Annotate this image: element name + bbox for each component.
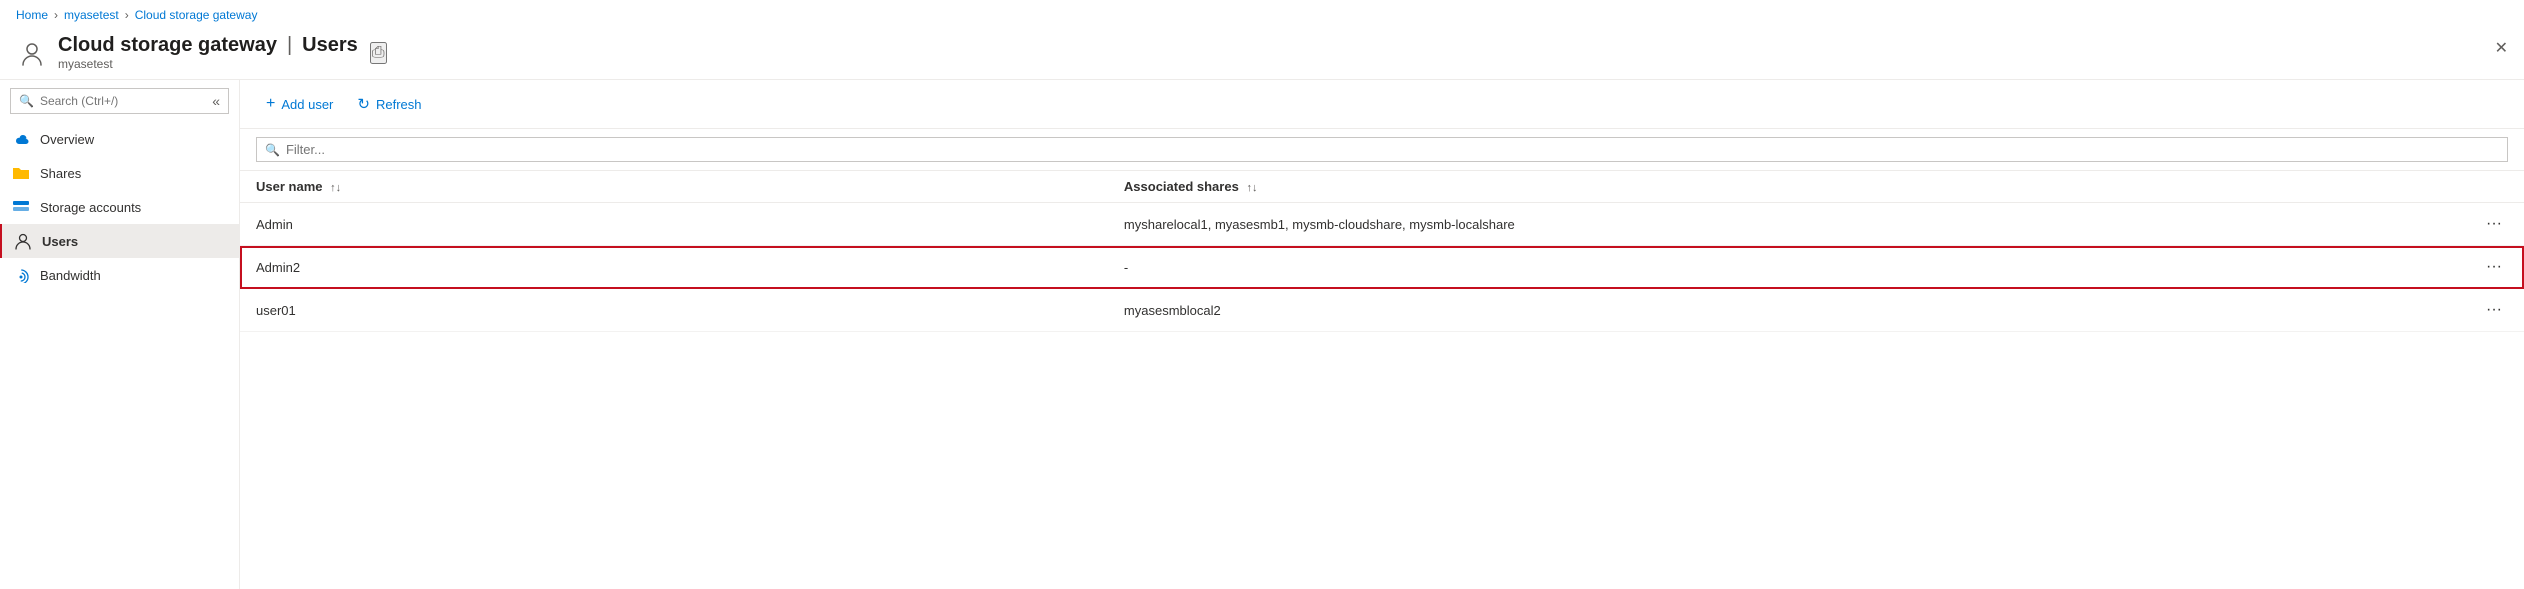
column-header-actions <box>2387 171 2524 203</box>
add-user-label: Add user <box>281 97 333 112</box>
users-table-container: User name ↑↓ Associated shares ↑↓ Adminm… <box>240 171 2524 589</box>
refresh-icon: ↻ <box>357 95 370 113</box>
sidebar-item-users-label: Users <box>42 234 78 249</box>
print-button[interactable]: ⎙ <box>370 42 387 64</box>
sidebar-item-storage-accounts[interactable]: Storage accounts <box>0 190 239 224</box>
cell-shares: myasesmblocal2 <box>1108 289 2387 332</box>
cell-actions: ··· <box>2387 246 2524 289</box>
bandwidth-icon <box>12 266 30 284</box>
page-header: Cloud storage gateway | Users myasetest … <box>0 30 2524 80</box>
sidebar-item-storage-label: Storage accounts <box>40 200 141 215</box>
cell-shares: mysharelocal1, myasesmb1, mysmb-cloudsha… <box>1108 203 2387 246</box>
content-area: + Add user ↻ Refresh 🔍 User name <box>240 80 2524 589</box>
sidebar-item-users[interactable]: Users <box>0 224 239 258</box>
cell-actions: ··· <box>2387 203 2524 246</box>
filter-input[interactable] <box>286 142 2499 157</box>
sidebar-item-overview[interactable]: Overview <box>0 122 239 156</box>
collapse-sidebar-button[interactable]: « <box>212 93 220 109</box>
search-box[interactable]: 🔍 « <box>10 88 229 114</box>
column-header-username[interactable]: User name ↑↓ <box>240 171 1108 203</box>
toolbar: + Add user ↻ Refresh <box>240 80 2524 129</box>
header-page: Users <box>302 34 358 57</box>
breadcrumb-resource[interactable]: myasetest <box>64 8 119 22</box>
more-actions-button[interactable]: ··· <box>2480 256 2508 278</box>
column-header-shares[interactable]: Associated shares ↑↓ <box>1108 171 2387 203</box>
user-icon <box>14 232 32 250</box>
header-subtitle: myasetest <box>58 57 358 71</box>
search-input[interactable] <box>40 94 206 108</box>
table-row[interactable]: Adminmysharelocal1, myasesmb1, mysmb-clo… <box>240 203 2524 246</box>
sidebar-item-overview-label: Overview <box>40 132 94 147</box>
table-header-row: User name ↑↓ Associated shares ↑↓ <box>240 171 2524 203</box>
shares-sort-icon: ↑↓ <box>1246 182 1257 194</box>
add-user-button[interactable]: + Add user <box>256 90 343 118</box>
filter-bar: 🔍 <box>240 129 2524 171</box>
cloud-icon <box>12 130 30 148</box>
storage-icon <box>12 198 30 216</box>
filter-icon: 🔍 <box>265 143 280 157</box>
refresh-button[interactable]: ↻ Refresh <box>347 90 431 118</box>
refresh-label: Refresh <box>376 97 422 112</box>
sidebar-item-bandwidth-label: Bandwidth <box>40 268 101 283</box>
breadcrumb-home[interactable]: Home <box>16 8 48 22</box>
folder-icon <box>12 164 30 182</box>
plus-icon: + <box>266 95 275 113</box>
users-table: User name ↑↓ Associated shares ↑↓ Adminm… <box>240 171 2524 332</box>
cell-actions: ··· <box>2387 289 2524 332</box>
close-button[interactable]: ✕ <box>2495 38 2508 58</box>
cell-username: Admin <box>240 203 1108 246</box>
more-actions-button[interactable]: ··· <box>2480 299 2508 321</box>
cell-shares: - <box>1108 246 2387 289</box>
table-row[interactable]: user01myasesmblocal2 ··· <box>240 289 2524 332</box>
sidebar-item-shares[interactable]: Shares <box>0 156 239 190</box>
cell-username: user01 <box>240 289 1108 332</box>
header-title: Cloud storage gateway <box>58 34 277 57</box>
sidebar: 🔍 « Overview Shares <box>0 80 240 589</box>
search-icon: 🔍 <box>19 94 34 108</box>
sidebar-item-shares-label: Shares <box>40 166 81 181</box>
filter-box[interactable]: 🔍 <box>256 137 2508 162</box>
more-actions-button[interactable]: ··· <box>2480 213 2508 235</box>
resource-icon <box>16 37 48 69</box>
sidebar-item-bandwidth[interactable]: Bandwidth <box>0 258 239 292</box>
breadcrumb-current[interactable]: Cloud storage gateway <box>135 8 258 22</box>
table-row[interactable]: Admin2- ··· <box>240 246 2524 289</box>
username-sort-icon: ↑↓ <box>330 182 341 194</box>
breadcrumb: Home › myasetest › Cloud storage gateway <box>0 0 2524 30</box>
cell-username: Admin2 <box>240 246 1108 289</box>
